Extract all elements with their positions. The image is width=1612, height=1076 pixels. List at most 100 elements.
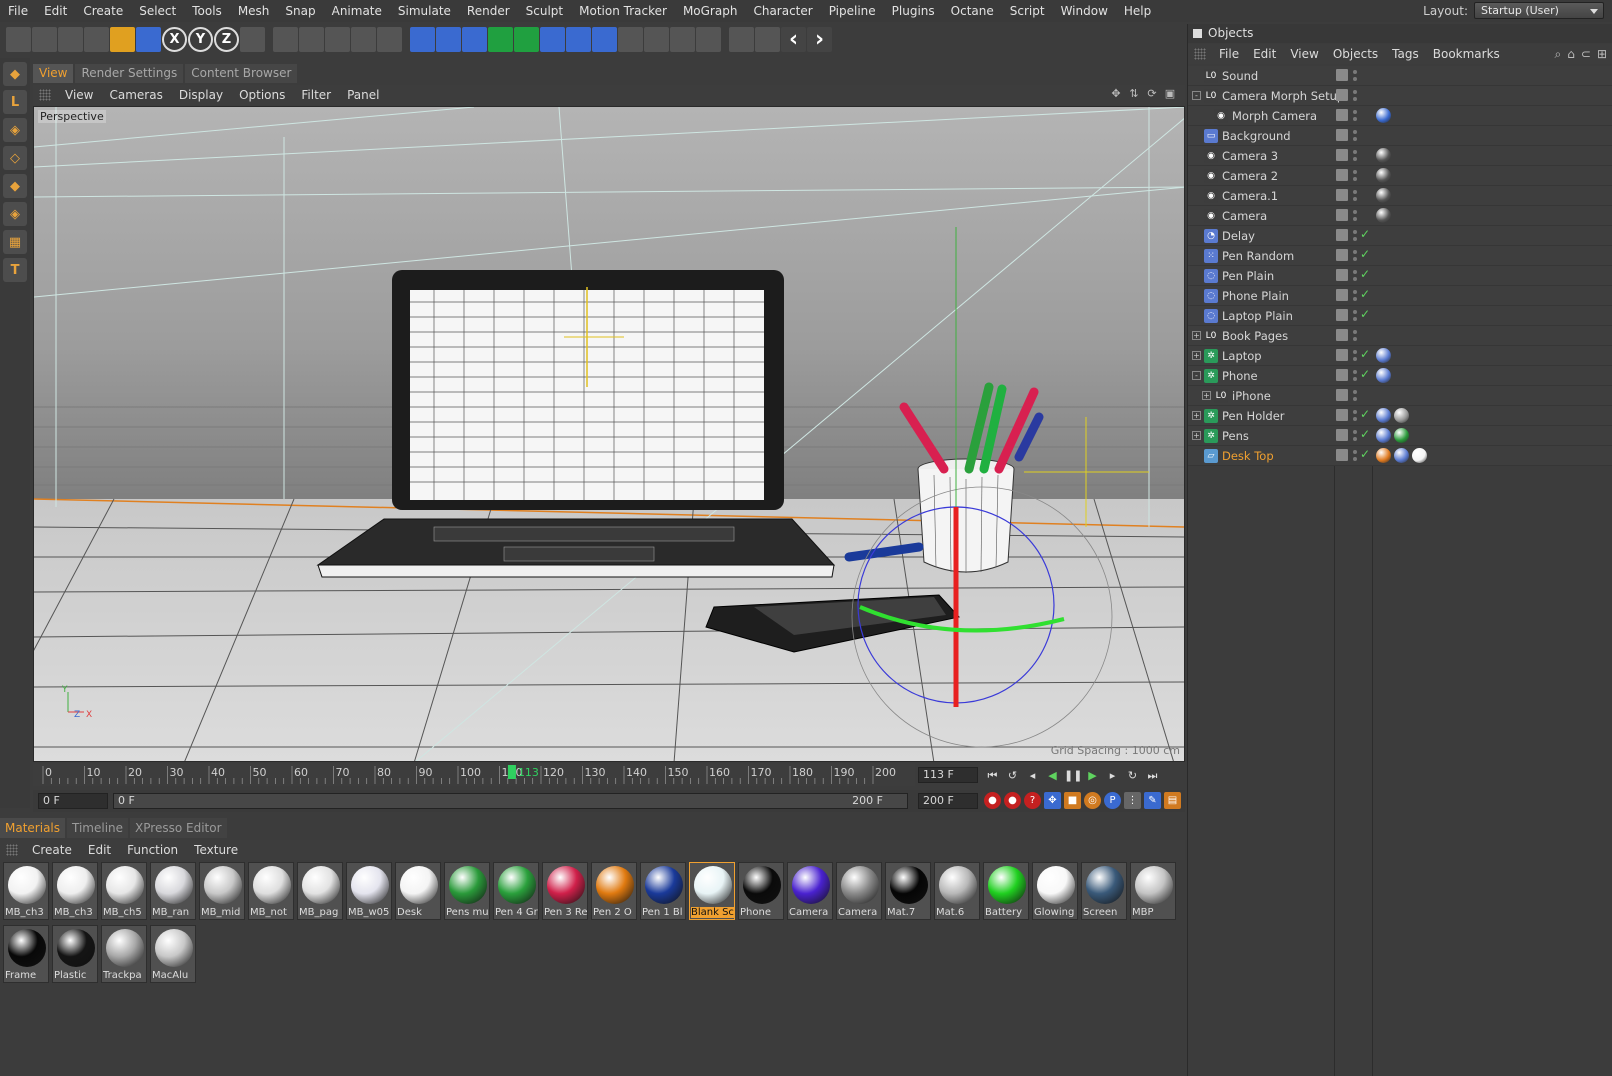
enabled-check-icon[interactable]: ✓ xyxy=(1360,307,1370,321)
checker-icon[interactable]: ▦ xyxy=(3,230,27,254)
polygon-mode-icon[interactable]: ◆ xyxy=(3,174,27,198)
material-menu-edit[interactable]: Edit xyxy=(80,843,119,857)
next-frame-icon[interactable]: ▸ xyxy=(1104,767,1121,784)
material-swatch[interactable]: Mat.6 xyxy=(934,862,980,920)
material-swatch[interactable]: Pen 4 Gr xyxy=(493,862,539,920)
enabled-check-icon[interactable]: ✓ xyxy=(1360,287,1370,301)
y-axis-icon[interactable]: Y xyxy=(188,26,213,52)
new-panel-icon[interactable]: ⊞ xyxy=(1597,47,1607,62)
material-swatch[interactable]: Pens mu xyxy=(444,862,490,920)
object-row-pen-plain[interactable]: ◌ Pen Plain ✓ xyxy=(1188,266,1612,286)
enabled-check-icon[interactable]: ✓ xyxy=(1360,407,1370,421)
rotate-icon[interactable] xyxy=(136,26,161,52)
render-visibility-toggle[interactable] xyxy=(1352,449,1358,463)
material-swatch[interactable]: MB_ch5 xyxy=(101,862,147,920)
enabled-check-icon[interactable]: ✓ xyxy=(1360,227,1370,241)
viewport-menu-filter[interactable]: Filter xyxy=(293,88,339,102)
enabled-check-icon[interactable]: ✓ xyxy=(1360,367,1370,381)
tag-icon[interactable] xyxy=(1376,368,1391,383)
end-frame-field[interactable]: 200 F xyxy=(918,793,978,809)
octane-settings-icon[interactable] xyxy=(755,26,780,52)
objects-menu-edit[interactable]: Edit xyxy=(1246,47,1283,61)
object-row-book-pages[interactable]: + L0 Book Pages xyxy=(1188,326,1612,346)
go-to-start-icon[interactable]: ⏮ xyxy=(984,767,1001,784)
object-axis-icon[interactable]: ◈ xyxy=(3,202,27,226)
material-swatch[interactable]: Battery xyxy=(983,862,1029,920)
timeline-ruler[interactable]: 0102030405060708090100110120130140150160… xyxy=(33,764,915,786)
search-icon[interactable]: ⌕ xyxy=(1555,47,1562,62)
edit-visibility-icon[interactable] xyxy=(1336,389,1348,401)
object-row-morph-camera[interactable]: ◉ Morph Camera xyxy=(1188,106,1612,126)
object-row-pen-random[interactable]: ⁙ Pen Random ✓ xyxy=(1188,246,1612,266)
object-row-laptop-plain[interactable]: ◌ Laptop Plain ✓ xyxy=(1188,306,1612,326)
edit-visibility-icon[interactable] xyxy=(1336,329,1348,341)
light-icon[interactable] xyxy=(644,26,669,52)
material-menu-texture[interactable]: Texture xyxy=(186,843,246,857)
enabled-check-icon[interactable]: ✓ xyxy=(1360,447,1370,461)
render-visibility-toggle[interactable] xyxy=(1352,69,1358,83)
enabled-check-icon[interactable]: ✓ xyxy=(1360,347,1370,361)
scale-icon[interactable] xyxy=(110,26,135,52)
tab-content-browser[interactable]: Content Browser xyxy=(185,64,298,83)
menu-character[interactable]: Character xyxy=(745,0,820,22)
render-queue-icon[interactable] xyxy=(351,26,376,52)
rotation-key-icon[interactable]: ◎ xyxy=(1084,792,1101,809)
object-row-iphone[interactable]: + L0 iPhone xyxy=(1188,386,1612,406)
link-icon[interactable]: ⊂ xyxy=(1581,47,1591,62)
home-icon[interactable]: ⌂ xyxy=(1567,47,1575,62)
next-key-icon[interactable]: ↻ xyxy=(1124,767,1141,784)
enabled-check-icon[interactable]: ✓ xyxy=(1360,247,1370,261)
material-swatch[interactable]: Blank Sc xyxy=(689,862,735,920)
expand-toggle-icon[interactable]: + xyxy=(1192,411,1201,420)
autokey-icon[interactable]: ● xyxy=(1004,792,1021,809)
menu-edit[interactable]: Edit xyxy=(36,0,75,22)
sphere-icon[interactable] xyxy=(462,26,487,52)
edit-visibility-icon[interactable] xyxy=(1336,269,1348,281)
object-row-camera[interactable]: ◉ Camera xyxy=(1188,206,1612,226)
object-row-pens[interactable]: + ✲ Pens ✓ xyxy=(1188,426,1612,446)
dolly-view-icon[interactable]: ⇅ xyxy=(1127,87,1141,101)
tag-icon[interactable] xyxy=(1394,408,1409,423)
menu-mesh[interactable]: Mesh xyxy=(230,0,278,22)
edit-visibility-icon[interactable] xyxy=(1336,169,1348,181)
material-swatch[interactable]: Pen 1 Bl xyxy=(640,862,686,920)
menu-octane[interactable]: Octane xyxy=(943,0,1002,22)
tag-icon[interactable] xyxy=(1394,428,1409,443)
objects-menu-view[interactable]: View xyxy=(1283,47,1325,61)
tab-timeline[interactable]: Timeline xyxy=(67,818,129,838)
tag-icon[interactable] xyxy=(1376,188,1391,203)
3d-viewport[interactable]: Y Z X Perspective Grid Spacing : 1000 cm xyxy=(33,106,1185,762)
undo-arrow-icon[interactable]: ‹ xyxy=(781,26,806,52)
edit-visibility-icon[interactable] xyxy=(1336,89,1348,101)
render-view-icon[interactable] xyxy=(273,26,298,52)
render-visibility-toggle[interactable] xyxy=(1352,109,1358,123)
edge-mode-icon[interactable]: L xyxy=(3,90,27,114)
pause-icon[interactable]: ❚❚ xyxy=(1064,767,1082,784)
tab-xpresso-editor[interactable]: XPresso Editor xyxy=(130,818,227,838)
tag-icon[interactable] xyxy=(1412,448,1427,463)
material-swatch[interactable]: Trackpa xyxy=(101,925,147,983)
object-row-background[interactable]: ▭ Background xyxy=(1188,126,1612,146)
render-visibility-toggle[interactable] xyxy=(1352,209,1358,223)
render-visibility-toggle[interactable] xyxy=(1352,389,1358,403)
render-visibility-toggle[interactable] xyxy=(1352,329,1358,343)
render-visibility-toggle[interactable] xyxy=(1352,229,1358,243)
record-active-icon[interactable]: ● xyxy=(984,792,1001,809)
menu-window[interactable]: Window xyxy=(1053,0,1116,22)
object-row-phone-plain[interactable]: ◌ Phone Plain ✓ xyxy=(1188,286,1612,306)
array-icon[interactable] xyxy=(514,26,539,52)
object-row-sound[interactable]: L0 Sound xyxy=(1188,66,1612,86)
position-key-icon[interactable]: ✥ xyxy=(1044,792,1061,809)
start-frame-field[interactable]: 0 F xyxy=(38,793,108,809)
grip-icon[interactable] xyxy=(39,89,51,101)
render-visibility-toggle[interactable] xyxy=(1352,369,1358,383)
edit-visibility-icon[interactable] xyxy=(1336,449,1348,461)
coordinate-system-icon[interactable] xyxy=(240,26,265,52)
z-axis-icon[interactable]: Z xyxy=(214,26,239,52)
material-swatch[interactable]: Frame xyxy=(3,925,49,983)
viewport-menu-cameras[interactable]: Cameras xyxy=(101,88,170,102)
scene-icon[interactable] xyxy=(592,26,617,52)
play-backwards-icon[interactable]: ◀ xyxy=(1044,767,1061,784)
menu-snap[interactable]: Snap xyxy=(277,0,323,22)
object-row-delay[interactable]: ◔ Delay ✓ xyxy=(1188,226,1612,246)
